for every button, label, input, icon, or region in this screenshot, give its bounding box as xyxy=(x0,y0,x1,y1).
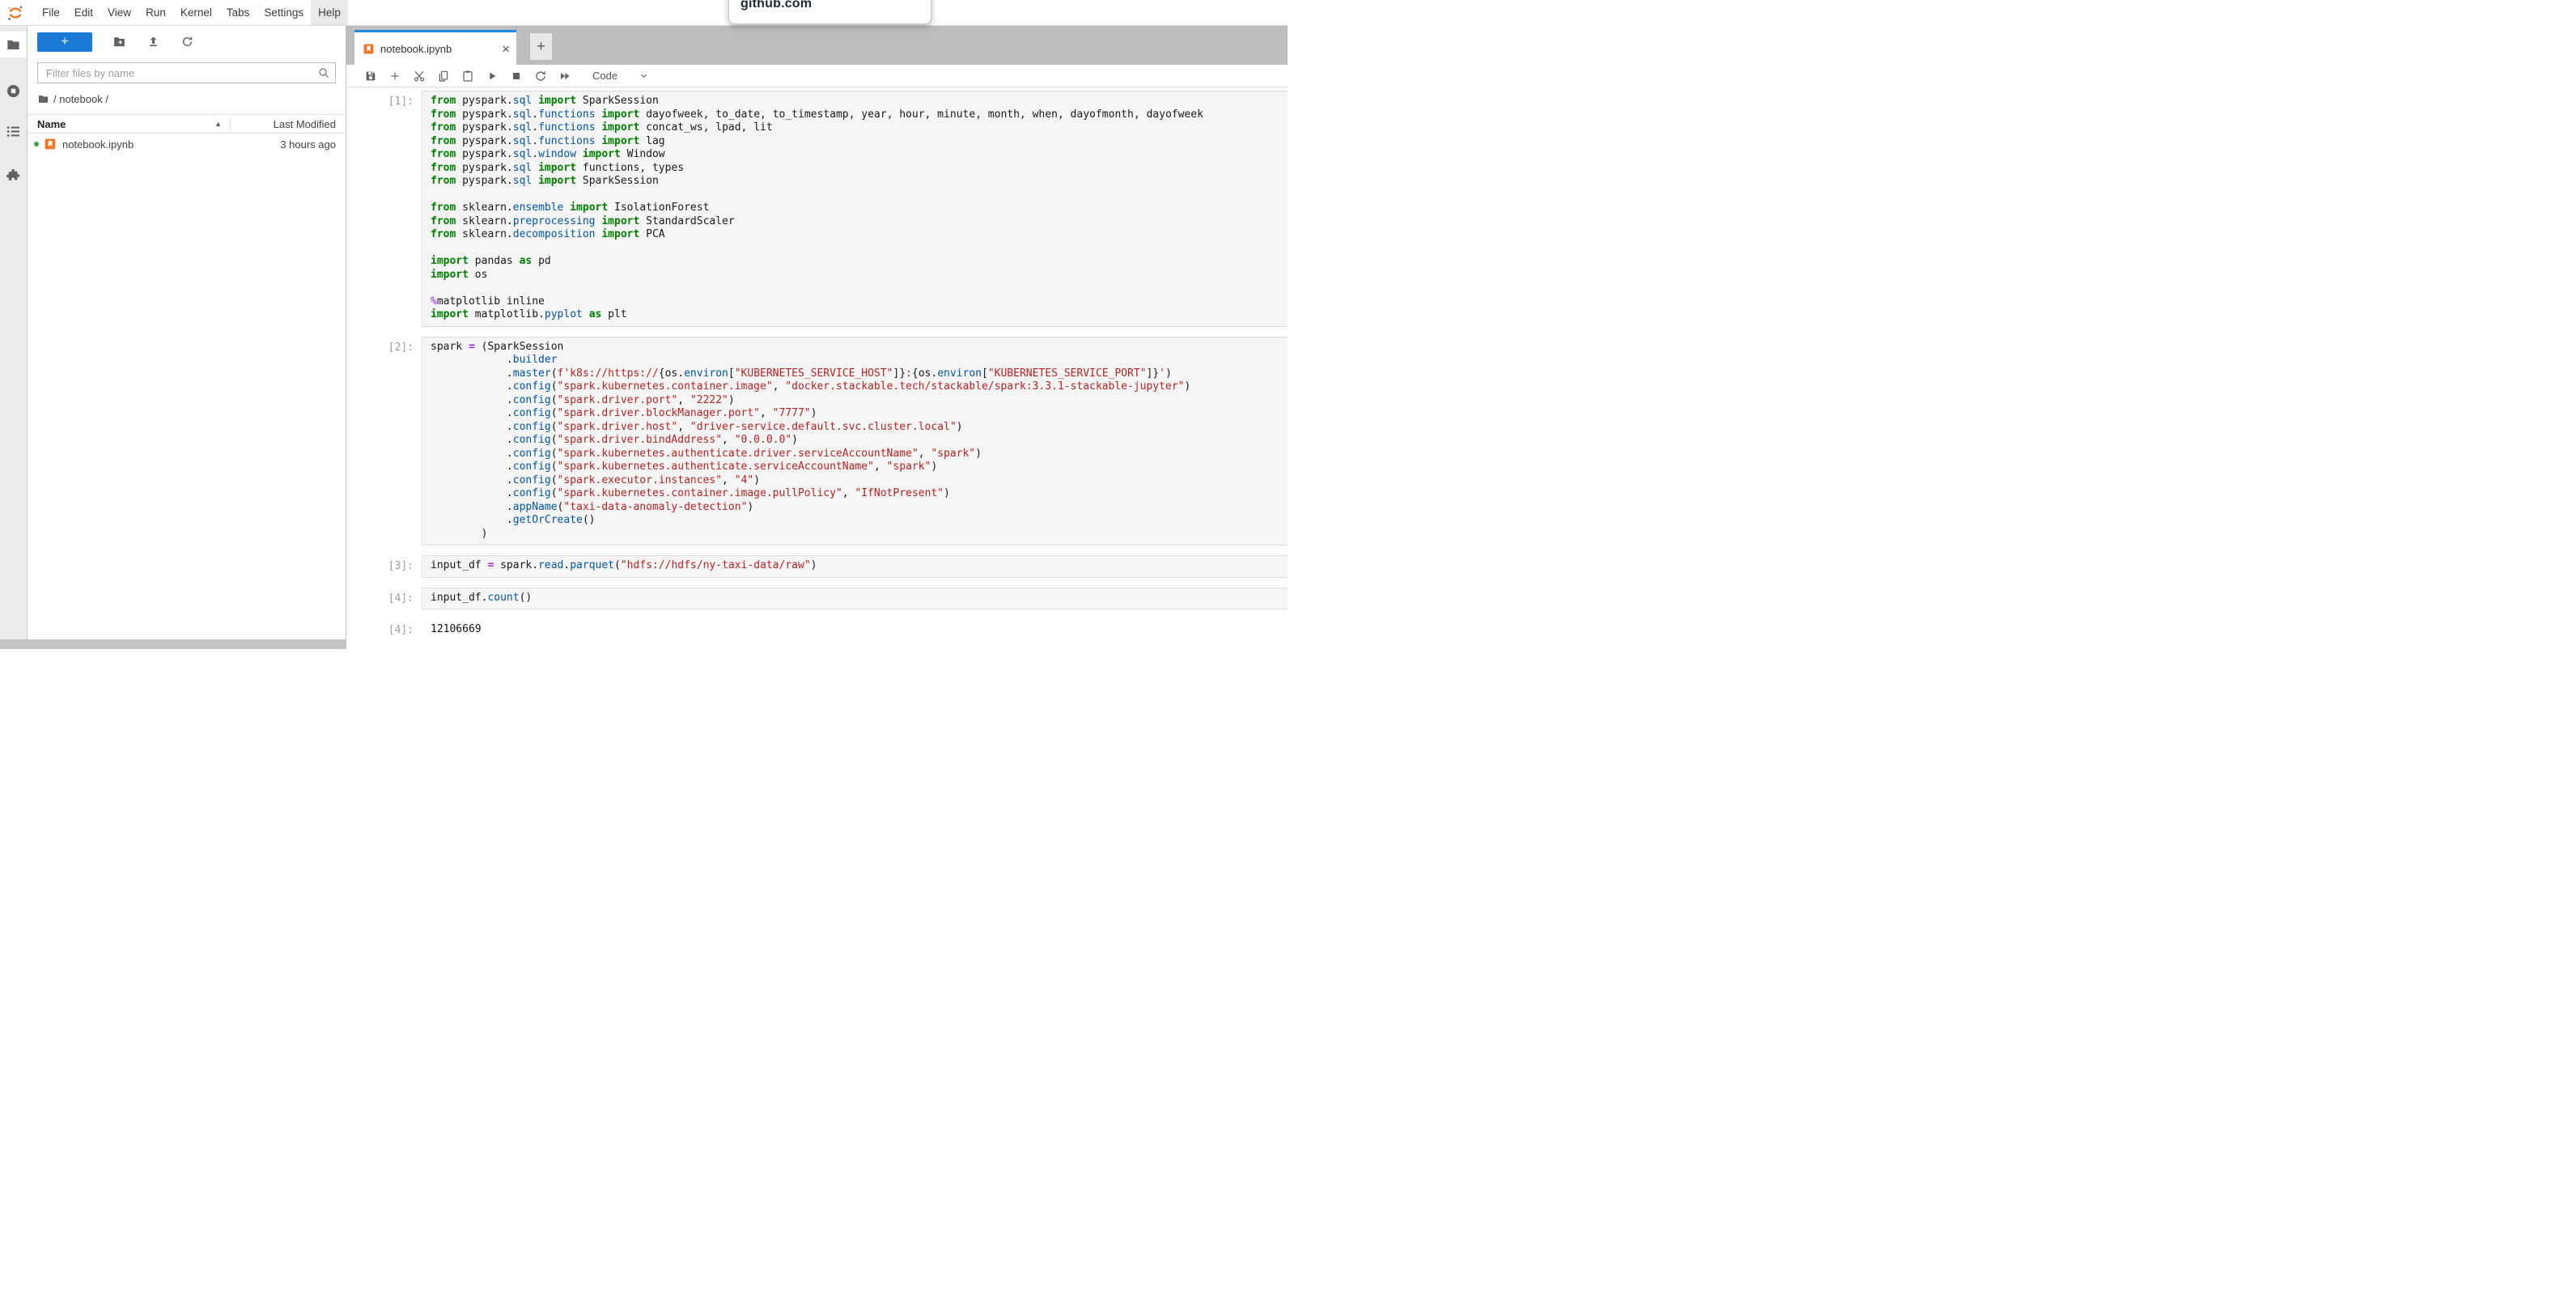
menu-items: FileEditViewRunKernelTabsSettingsHelp xyxy=(35,0,348,25)
activity-table-of-contents[interactable] xyxy=(0,118,27,144)
breadcrumb[interactable]: / notebook / xyxy=(37,91,336,106)
jupyterlab-window: FileEditViewRunKernelTabsSettingsHelp gi… xyxy=(0,0,1288,649)
folder-icon xyxy=(6,37,21,53)
cell-prompt: [1]: xyxy=(346,91,422,327)
menu-view[interactable]: View xyxy=(100,0,138,25)
extensions-icon xyxy=(6,168,21,183)
code-cell: [2]:spark = (SparkSession .builder .mast… xyxy=(346,337,1288,546)
save-button[interactable] xyxy=(364,70,377,83)
file-browser-panel: + / notebook / Name ▲ Last Modified note… xyxy=(28,26,346,649)
sidebar-horizontal-scrollbar[interactable] xyxy=(0,639,346,649)
main-dock-panel: notebook.ipynb × + Code [1]:from pyspark… xyxy=(346,26,1288,649)
file-row[interactable]: notebook.ipynb3 hours ago xyxy=(28,134,346,155)
activity-extension-manager[interactable] xyxy=(0,162,27,188)
chevron-down-icon[interactable] xyxy=(639,70,649,81)
copy-cells-button[interactable] xyxy=(437,70,450,83)
output-row: [4]:12106669 xyxy=(346,619,1288,637)
sort-ascending-icon: ▲ xyxy=(214,120,222,128)
code-cell: [3]:input_df = spark.read.parquet("hdfs:… xyxy=(346,555,1288,578)
cell-prompt: [4]: xyxy=(346,619,422,637)
tab-notebook[interactable]: notebook.ipynb × xyxy=(354,30,516,65)
new-folder-icon[interactable] xyxy=(112,35,126,49)
cell-input[interactable]: input_df.count() xyxy=(422,588,1288,610)
tab-title: notebook.ipynb xyxy=(380,43,452,55)
menu-edit[interactable]: Edit xyxy=(67,0,100,25)
cell-prompt: [2]: xyxy=(346,337,422,546)
restart-kernel-button[interactable] xyxy=(534,70,547,83)
cell-output: 12106669 xyxy=(422,619,1288,637)
file-browser-toolbar: + xyxy=(37,32,336,52)
code-cell: [4]:input_df.count() xyxy=(346,588,1288,610)
cell-type-select[interactable]: Code xyxy=(592,70,617,82)
run-cell-button[interactable] xyxy=(486,70,499,83)
jupyter-logo-icon xyxy=(6,4,24,22)
filter-files-input[interactable] xyxy=(37,62,336,83)
menu-file[interactable]: File xyxy=(35,0,67,25)
file-browser-actions xyxy=(92,35,194,49)
cell-prompt: [4]: xyxy=(346,588,422,610)
new-tab-button[interactable]: + xyxy=(530,33,552,60)
browser-popup[interactable]: github.com xyxy=(728,0,932,24)
notebook-scroll-area[interactable]: [1]:from pyspark.sql import SparkSession… xyxy=(346,87,1288,649)
menu-tabs[interactable]: Tabs xyxy=(219,0,257,25)
activity-running-terminals-and-kernels[interactable] xyxy=(0,78,27,104)
code-cell: [1]:from pyspark.sql import SparkSession… xyxy=(346,91,1288,327)
notebook-toolbar: Code xyxy=(346,65,1288,87)
kernel-running-indicator xyxy=(34,142,39,146)
activity-bar xyxy=(0,26,28,649)
notebook-cells: [1]:from pyspark.sql import SparkSession… xyxy=(346,91,1288,637)
insert-cell-below-button[interactable] xyxy=(388,70,401,83)
breadcrumb-path: / notebook / xyxy=(53,93,108,105)
activity-file-browser[interactable] xyxy=(0,32,27,57)
notebook-file-icon xyxy=(363,43,375,55)
refresh-file-list-icon[interactable] xyxy=(180,35,194,49)
column-header-last-modified[interactable]: Last Modified xyxy=(230,118,346,130)
menu-run[interactable]: Run xyxy=(138,0,173,25)
folder-icon xyxy=(37,93,49,105)
menu-settings[interactable]: Settings xyxy=(257,0,311,25)
search-icon xyxy=(317,66,330,79)
notebook-file-icon xyxy=(44,138,57,151)
file-list: notebook.ipynb3 hours ago xyxy=(28,134,346,155)
browser-popup-text: github.com xyxy=(741,0,812,11)
cell-input[interactable]: input_df = spark.read.parquet("hdfs://hd… xyxy=(422,555,1288,578)
file-list-header: Name ▲ Last Modified xyxy=(28,114,346,134)
cell-input[interactable]: spark = (SparkSession .builder .master(f… xyxy=(422,337,1288,546)
menu-kernel[interactable]: Kernel xyxy=(173,0,219,25)
interrupt-kernel-button[interactable] xyxy=(510,70,523,83)
column-header-name[interactable]: Name ▲ xyxy=(28,118,230,130)
close-icon[interactable]: × xyxy=(502,42,510,56)
menu-bar: FileEditViewRunKernelTabsSettingsHelp xyxy=(0,0,1288,26)
menu-help[interactable]: Help xyxy=(311,0,348,25)
cell-prompt: [3]: xyxy=(346,555,422,578)
cell-input[interactable]: from pyspark.sql import SparkSession fro… xyxy=(422,91,1288,327)
restart-and-run-all-button[interactable] xyxy=(558,70,571,83)
running-kernels-icon xyxy=(6,83,21,99)
file-name: notebook.ipynb xyxy=(62,138,231,151)
table-of-contents-icon xyxy=(6,124,21,139)
cut-cells-button[interactable] xyxy=(413,70,426,83)
upload-files-icon[interactable] xyxy=(146,35,160,49)
main-layout: + / notebook / Name ▲ Last Modified note… xyxy=(0,26,1288,649)
tab-bar: notebook.ipynb × + xyxy=(346,26,1288,65)
file-last-modified: 3 hours ago xyxy=(231,138,346,151)
paste-cells-button[interactable] xyxy=(461,70,474,83)
new-launcher-button[interactable]: + xyxy=(37,32,92,52)
